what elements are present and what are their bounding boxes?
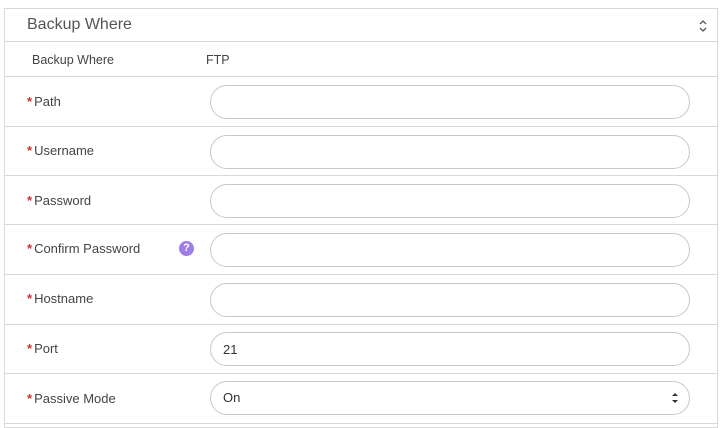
required-marker: * xyxy=(27,241,33,256)
required-marker: * xyxy=(27,391,33,406)
confirm-password-label: * Confirm Password xyxy=(27,241,140,256)
required-marker: * xyxy=(27,143,33,158)
username-label-text: Username xyxy=(34,143,95,158)
select-arrows-icon xyxy=(672,393,678,403)
username-label: * Username xyxy=(27,143,94,158)
passive-mode-select[interactable]: On xyxy=(210,381,690,415)
chevron-double-up-icon[interactable] xyxy=(697,18,709,34)
backup-where-value: FTP xyxy=(206,53,230,67)
hostname-row: * Hostname xyxy=(5,275,717,325)
passive-mode-row: * Passive Mode On xyxy=(5,374,717,424)
port-input[interactable] xyxy=(210,332,690,366)
required-marker: * xyxy=(27,341,33,356)
passive-mode-label-text: Passive Mode xyxy=(34,391,116,406)
port-label: * Port xyxy=(27,341,58,356)
hostname-input[interactable] xyxy=(210,283,690,317)
port-row: * Port xyxy=(5,325,717,374)
question-icon[interactable]: ? xyxy=(179,241,194,256)
panel-title: Backup Where xyxy=(27,16,132,33)
path-label: * Path xyxy=(27,94,61,109)
path-row: * Path xyxy=(5,77,717,127)
required-marker: * xyxy=(27,291,33,306)
username-input[interactable] xyxy=(210,135,690,169)
backup-where-label: Backup Where xyxy=(32,53,114,67)
hostname-label-text: Hostname xyxy=(34,291,94,306)
password-input[interactable] xyxy=(210,184,690,218)
passive-mode-selected-value: On xyxy=(223,390,241,405)
backup-where-row: Backup Where FTP xyxy=(5,42,717,77)
path-label-text: Path xyxy=(34,94,61,109)
passive-mode-label: * Passive Mode xyxy=(27,391,116,406)
panel-header[interactable]: Backup Where xyxy=(5,9,717,42)
port-label-text: Port xyxy=(34,341,58,356)
password-label-text: Password xyxy=(34,193,92,208)
password-label: * Password xyxy=(27,193,91,208)
hostname-label: * Hostname xyxy=(27,291,93,306)
required-marker: * xyxy=(27,193,33,208)
confirm-password-input[interactable] xyxy=(210,233,690,267)
required-marker: * xyxy=(27,94,33,109)
passive-mode-select-box[interactable] xyxy=(210,381,690,415)
username-row: * Username xyxy=(5,127,717,176)
backup-where-panel: Backup Where Backup Where FTP * Path * Use… xyxy=(4,8,718,428)
password-row: * Password xyxy=(5,176,717,225)
confirm-password-label-text: Confirm Password xyxy=(34,241,141,256)
path-input[interactable] xyxy=(210,85,690,119)
confirm-password-row: * Confirm Password ? xyxy=(5,225,717,275)
